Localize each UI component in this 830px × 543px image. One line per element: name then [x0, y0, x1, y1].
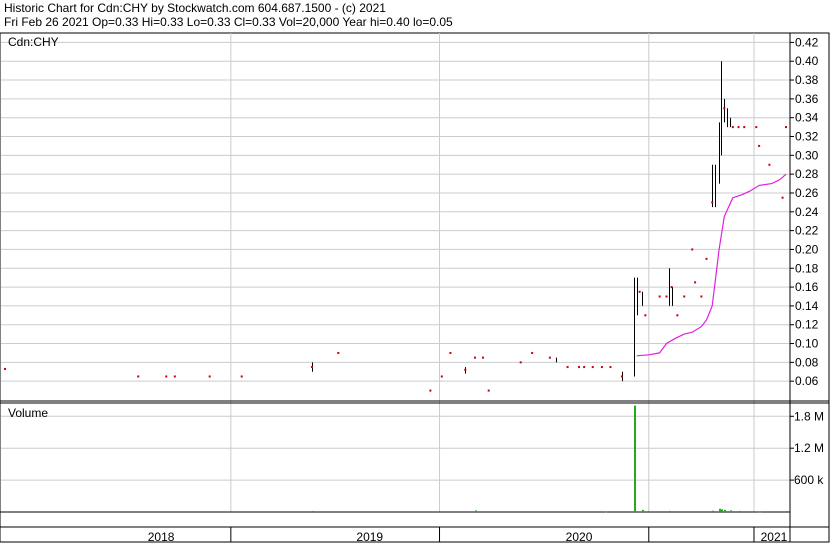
volume-panel-title: Volume: [8, 406, 48, 420]
close-point: [137, 375, 140, 378]
close-point: [165, 375, 168, 378]
volume-bar: [605, 511, 607, 513]
close-point: [464, 368, 467, 371]
close-point: [449, 351, 452, 354]
close-point: [578, 366, 581, 369]
volume-bar: [712, 510, 714, 512]
x-tick-label: 2019: [356, 530, 383, 543]
close-point: [481, 356, 484, 359]
close-point: [670, 286, 673, 289]
x-tick-label: 2021: [761, 530, 788, 543]
close-point: [755, 126, 758, 129]
close-point: [683, 295, 686, 298]
close-point: [638, 290, 641, 293]
price-tick-label: 0.36: [795, 92, 819, 106]
close-point: [644, 314, 647, 317]
close-point: [694, 281, 697, 284]
close-point: [531, 351, 534, 354]
close-point: [676, 314, 679, 317]
volume-bar: [669, 510, 671, 512]
volume-tick-label: 600 k: [794, 473, 824, 487]
volume-bar: [475, 510, 477, 512]
close-point: [337, 351, 340, 354]
close-point: [781, 196, 784, 199]
close-point: [591, 366, 594, 369]
close-point: [583, 366, 586, 369]
close-point: [208, 375, 211, 378]
volume-bar: [634, 405, 636, 512]
close-point: [711, 201, 714, 204]
price-tick-label: 0.22: [795, 224, 819, 238]
close-point: [600, 366, 603, 369]
price-tick-label: 0.16: [795, 280, 819, 294]
x-tick-label: 2018: [148, 530, 175, 543]
price-tick-label: 0.32: [795, 130, 819, 144]
volume-bar: [759, 511, 761, 513]
close-point: [440, 375, 443, 378]
close-point: [173, 375, 176, 378]
price-tick-label: 0.28: [795, 167, 819, 181]
price-tick-label: 0.26: [795, 186, 819, 200]
price-tick-label: 0.08: [795, 355, 819, 369]
volume-tick-label: 1.2 M: [794, 441, 824, 455]
volume-bar: [724, 509, 726, 512]
volume-bar: [719, 508, 721, 512]
price-tick-label: 0.34: [795, 111, 819, 125]
volume-bar: [312, 510, 314, 512]
close-point: [700, 295, 703, 298]
close-point: [723, 107, 726, 110]
volume-tick-label: 1.8 M: [794, 409, 824, 423]
close-point: [548, 356, 551, 359]
price-tick-label: 0.42: [795, 35, 819, 49]
close-point: [743, 126, 746, 129]
close-point: [519, 361, 522, 364]
close-point: [705, 257, 708, 260]
close-point: [665, 295, 668, 298]
close-point: [4, 367, 7, 370]
close-point: [731, 126, 734, 129]
price-panel-title: Cdn:CHY: [8, 35, 59, 49]
volume-bar: [786, 510, 788, 512]
close-point: [609, 366, 612, 369]
close-point: [758, 144, 761, 147]
close-point: [737, 126, 740, 129]
x-tick-label: 2020: [566, 530, 593, 543]
price-tick-label: 0.12: [795, 318, 819, 332]
price-tick-label: 0.10: [795, 337, 819, 351]
close-point: [473, 356, 476, 359]
price-tick-label: 0.40: [795, 54, 819, 68]
price-tick-label: 0.14: [795, 299, 819, 313]
close-point: [691, 248, 694, 251]
close-point: [768, 163, 771, 166]
volume-bar: [730, 510, 732, 512]
price-tick-label: 0.20: [795, 242, 819, 256]
close-point: [240, 375, 243, 378]
price-tick-label: 0.24: [795, 205, 819, 219]
close-point: [784, 126, 787, 129]
close-point: [429, 389, 432, 392]
close-point: [658, 295, 661, 298]
price-tick-label: 0.18: [795, 261, 819, 275]
close-point: [311, 366, 314, 369]
volume-bar: [739, 510, 741, 512]
stock-chart: Cdn:CHY 0.42 0.40 0.38 0.36 0.34 0.32 0.30 0.28…: [0, 32, 830, 543]
price-tick-label: 0.38: [795, 73, 819, 87]
volume-bar: [642, 509, 644, 512]
close-point: [620, 375, 623, 378]
close-point: [566, 366, 569, 369]
close-point: [487, 389, 490, 392]
volume-bar: [721, 509, 723, 512]
price-tick-label: 0.06: [795, 374, 819, 388]
price-tick-label: 0.30: [795, 148, 819, 162]
